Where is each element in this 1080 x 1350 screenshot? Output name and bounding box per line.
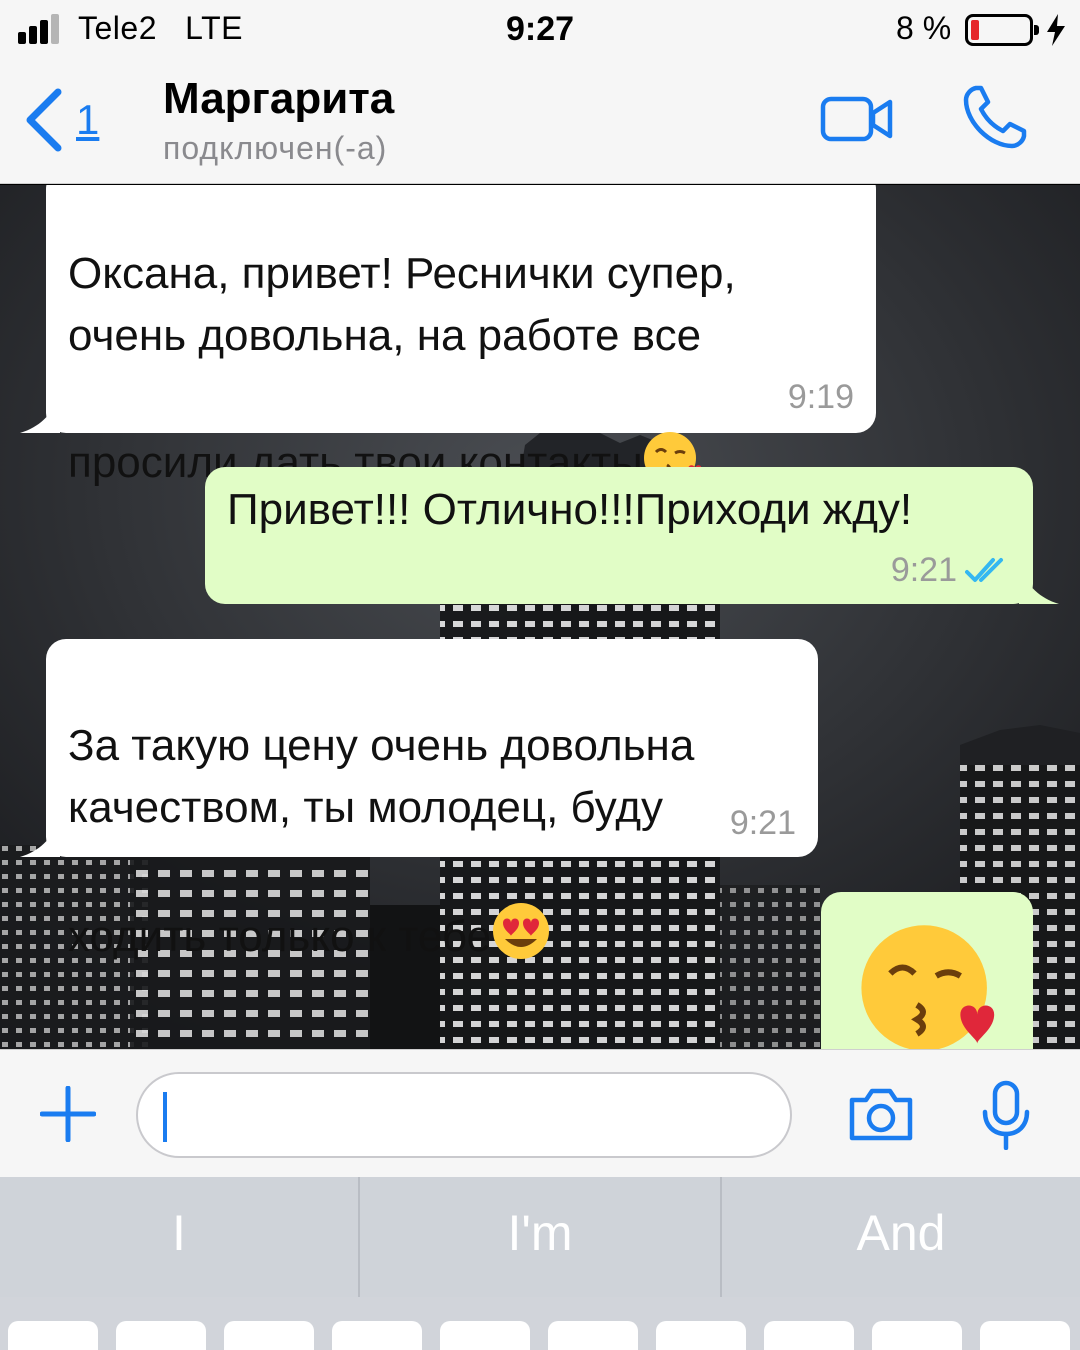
message-outgoing-emoji[interactable] (821, 892, 1033, 1049)
message-text: Оксана, привет! Реснички супер, очень до… (68, 249, 736, 487)
message-text: За такую цену очень довольна качеством, … (68, 721, 695, 961)
message-text: Привет!!! Отлично!!!Приходи жду! (227, 485, 913, 534)
back-unread-count[interactable]: 1 (76, 96, 99, 144)
suggestion-item[interactable]: I (0, 1177, 358, 1297)
keyboard-key[interactable] (332, 1321, 422, 1350)
keyboard-keys (0, 1297, 1080, 1350)
chat-area[interactable]: Оксана, привет! Реснички супер, очень до… (0, 185, 1080, 1049)
battery-icon (965, 14, 1039, 46)
keyboard-key[interactable] (872, 1321, 962, 1350)
compose-bar (0, 1049, 1080, 1177)
phone-icon[interactable] (962, 84, 1028, 150)
keyboard-key[interactable] (656, 1321, 746, 1350)
chevron-left-icon[interactable] (22, 88, 66, 152)
text-caret (163, 1092, 167, 1142)
keyboard-key[interactable] (440, 1321, 530, 1350)
status-bar: Tele2 LTE 9:27 8 % (0, 0, 1080, 60)
contact-status: подключен(-а) (163, 130, 388, 166)
keyboard-key[interactable] (980, 1321, 1070, 1350)
suggestion-item[interactable]: And (722, 1177, 1080, 1297)
battery-percent: 8 % (896, 10, 952, 46)
message-incoming[interactable]: За такую цену очень довольна качеством, … (20, 639, 818, 961)
keyboard-key[interactable] (224, 1321, 314, 1350)
message-time: 9:21 (890, 551, 957, 589)
microphone-icon[interactable] (980, 1080, 1032, 1150)
message-time: 9:19 (787, 378, 854, 416)
keyboard-suggestions: I I'm And (0, 1177, 1080, 1297)
video-call-icon[interactable] (820, 96, 894, 142)
suggestion-item[interactable]: I'm (360, 1177, 720, 1297)
keyboard-key[interactable] (116, 1321, 206, 1350)
camera-icon[interactable] (848, 1086, 914, 1142)
keyboard-key[interactable] (8, 1321, 98, 1350)
kissing-face-emoji (861, 925, 995, 1049)
plus-icon[interactable] (40, 1086, 96, 1142)
keyboard-key[interactable] (764, 1321, 854, 1350)
top-bar: Tele2 LTE 9:27 8 % 1 Маргарита подключен… (0, 0, 1080, 184)
contact-name[interactable]: Маргарита (163, 74, 394, 124)
message-incoming[interactable]: Оксана, привет! Реснички супер, очень до… (20, 185, 876, 487)
message-time: 9:21 (729, 804, 796, 842)
heart-eyes-emoji (491, 839, 551, 978)
message-outgoing[interactable]: Привет!!! Отлично!!!Приходи жду! 9:21 (205, 467, 1059, 604)
charging-icon (1047, 14, 1065, 46)
keyboard-key[interactable] (548, 1321, 638, 1350)
message-input[interactable] (136, 1072, 792, 1158)
read-receipt-icon (965, 558, 1003, 582)
